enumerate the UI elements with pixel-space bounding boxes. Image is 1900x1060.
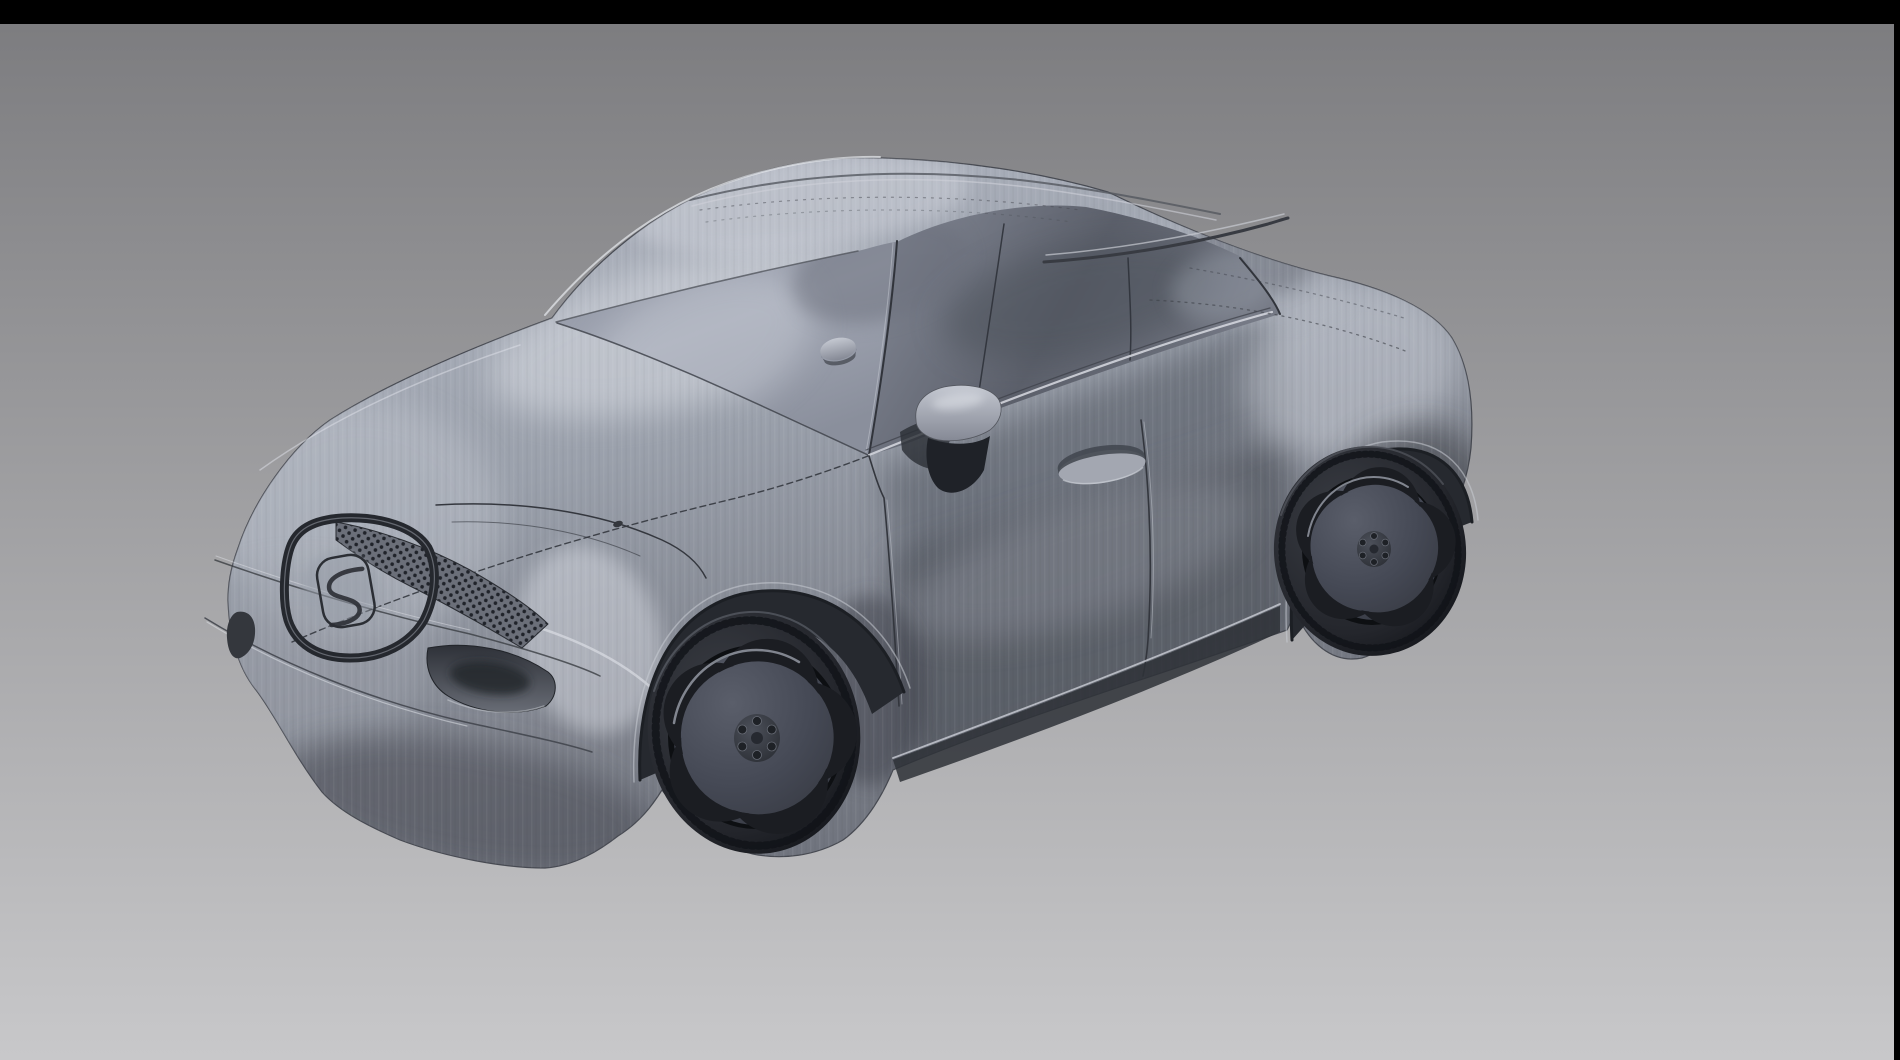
lug-nut bbox=[753, 717, 762, 726]
lug-nut bbox=[1371, 559, 1378, 566]
right-window-bar bbox=[1894, 0, 1900, 1060]
lug-nut bbox=[1382, 539, 1389, 546]
lug-nut bbox=[753, 751, 762, 760]
lug-nut bbox=[1359, 539, 1366, 546]
lug-nut bbox=[1359, 552, 1366, 559]
front-center-cap bbox=[751, 732, 763, 744]
render-canvas[interactable] bbox=[0, 0, 1900, 1060]
lug-nut bbox=[767, 725, 776, 734]
lug-nut bbox=[767, 742, 776, 751]
cad-viewport[interactable] bbox=[0, 0, 1900, 1060]
lug-nut bbox=[1371, 533, 1378, 540]
rear-center-cap bbox=[1370, 545, 1379, 554]
lug-nut bbox=[738, 725, 747, 734]
top-window-bar bbox=[0, 0, 1900, 24]
lug-nut bbox=[1382, 552, 1389, 559]
lug-nut bbox=[738, 742, 747, 751]
